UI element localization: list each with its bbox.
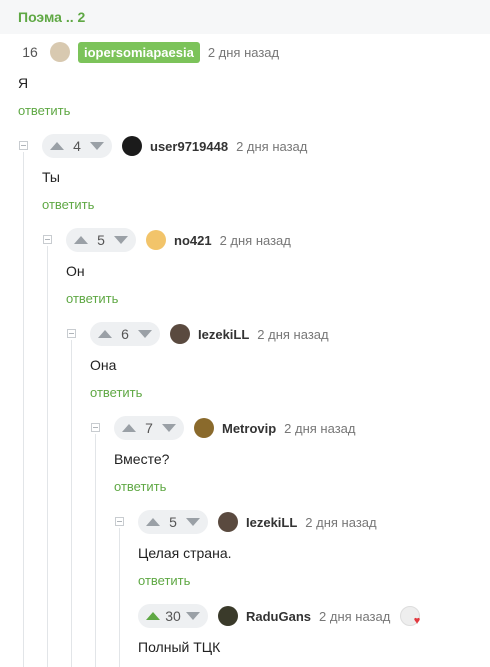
comment-header: 4 user9719448 2 дня назад [42,134,307,158]
reply-link[interactable]: ответить [42,197,94,212]
comment-header: 5 no421 2 дня назад [66,228,291,252]
collapse-toggle[interactable] [67,329,76,338]
thread-line [71,340,72,667]
user-avatar[interactable] [170,324,190,344]
upvote-icon[interactable] [146,518,160,526]
vote-control: 7 [114,416,184,440]
timestamp[interactable]: 2 дня назад [284,421,355,436]
downvote-icon[interactable] [161,424,176,432]
collapse-toggle[interactable] [115,517,124,526]
post-title[interactable]: Поэма .. 2 [18,9,85,25]
reply-link[interactable]: ответить [114,479,166,494]
rating-count: 16 [22,44,38,60]
collapse-toggle[interactable] [19,141,28,150]
upvote-icon[interactable] [74,236,88,244]
comment-header: 16 iopersomiapaesia 2 дня назад [16,40,279,64]
downvote-icon[interactable] [185,518,200,526]
username[interactable]: RaduGans [246,609,311,624]
username[interactable]: no421 [174,233,212,248]
rating-count: 7 [145,420,153,436]
timestamp[interactable]: 2 дня назад [305,515,376,530]
reply-link[interactable]: ответить [66,291,118,306]
username[interactable]: user9719448 [150,139,228,154]
user-avatar[interactable] [218,606,238,626]
vote-control: 6 [90,322,160,346]
upvote-icon[interactable] [146,612,160,620]
vote-control: 5 [66,228,136,252]
vote-control: 4 [42,134,112,158]
thread-line [47,246,48,667]
username[interactable]: Metrovip [222,421,276,436]
comment-header: 7 Metrovip 2 дня назад [114,416,355,440]
username[interactable]: IezekiLL [198,327,249,342]
upvote-icon[interactable] [122,424,136,432]
reply-link[interactable]: ответить [18,103,70,118]
rating-count: 30 [165,608,181,624]
comment-text: Целая страна. [138,545,232,561]
vote-control: 5 [138,510,208,534]
thread-line [23,152,24,667]
timestamp[interactable]: 2 дня назад [208,45,279,60]
rating-count: 4 [73,138,81,154]
user-avatar[interactable] [50,42,70,62]
rating-count: 5 [97,232,105,248]
user-avatar[interactable] [218,512,238,532]
collapse-toggle[interactable] [43,235,52,244]
collapse-toggle[interactable] [91,423,100,432]
username[interactable]: IezekiLL [246,515,297,530]
thread-line [95,434,96,667]
comment-text: Он [66,263,85,279]
upvote-icon[interactable] [50,142,64,150]
upvote-icon[interactable] [98,330,112,338]
comment-text: Она [90,357,117,373]
comment-header: 30 RaduGans 2 дня назад [138,604,420,628]
timestamp[interactable]: 2 дня назад [319,609,390,624]
comment-text: Вместе? [114,451,170,467]
username[interactable]: iopersomiapaesia [78,41,200,63]
comment-header: 5 IezekiLL 2 дня назад [138,510,377,534]
downvote-icon[interactable] [89,142,104,150]
reply-link[interactable]: ответить [90,385,142,400]
comment-header: 6 IezekiLL 2 дня назад [90,322,329,346]
comment-text: Полный ТЦК [138,639,221,655]
user-avatar[interactable] [146,230,166,250]
timestamp[interactable]: 2 дня назад [220,233,291,248]
downvote-icon[interactable] [137,330,152,338]
timestamp[interactable]: 2 дня назад [257,327,328,342]
reply-link[interactable]: ответить [138,573,190,588]
comment-text: Ты [42,169,60,185]
post-header: Поэма .. 2 [0,0,490,34]
heart-badge-icon [400,606,420,627]
downvote-icon[interactable] [113,236,128,244]
downvote-icon[interactable] [185,612,200,620]
timestamp[interactable]: 2 дня назад [236,139,307,154]
rating-count: 5 [169,514,177,530]
vote-control: 30 [138,604,208,628]
rating-count: 6 [121,326,129,342]
thread-line [119,528,120,667]
user-avatar[interactable] [122,136,142,156]
user-avatar[interactable] [194,418,214,438]
comment-text: Я [18,75,29,91]
